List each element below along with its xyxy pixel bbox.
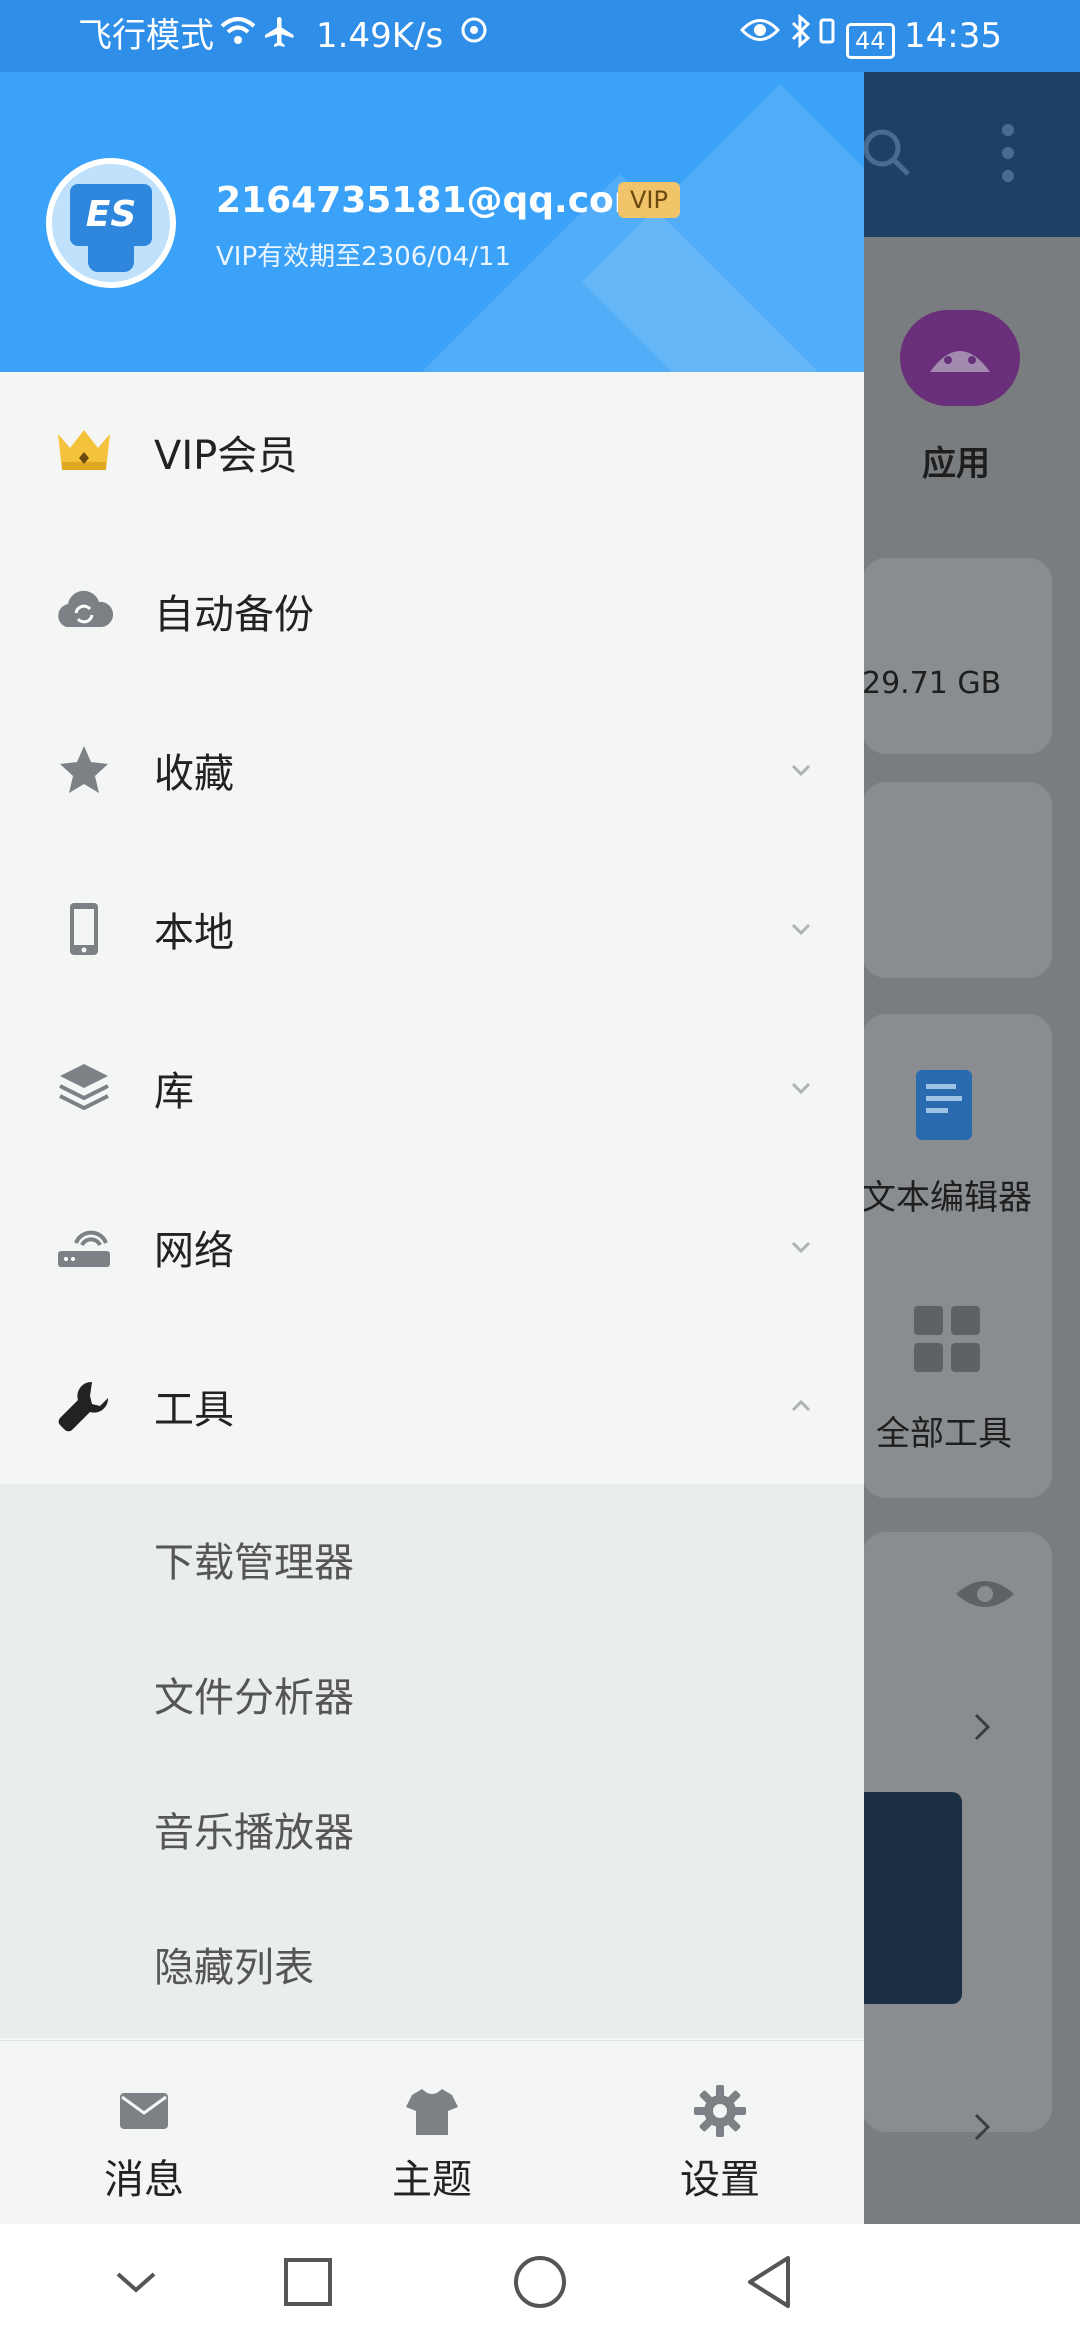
system-navigation-bar — [0, 2224, 1080, 2340]
cloud-sync-icon — [52, 579, 116, 643]
phone-icon — [52, 897, 116, 961]
menu-item-label: 工具 — [154, 1386, 234, 1433]
submenu-item-music-player[interactable]: 音乐播放器 — [154, 1800, 354, 1858]
text-editor-icon — [916, 1070, 986, 1150]
menu-item-favorites[interactable]: 收藏 — [0, 690, 864, 849]
airplane-icon — [262, 14, 298, 63]
menu-item-label: 网络 — [154, 1227, 234, 1274]
menu-item-label: VIP会员 — [154, 432, 298, 479]
menu-item-auto-backup[interactable]: 自动备份 — [0, 531, 864, 690]
search-icon — [862, 124, 912, 184]
eye-icon — [739, 14, 781, 58]
chevron-down-icon[interactable] — [786, 755, 816, 785]
drawer-bottom-bar: 消息 主题 设置 — [0, 2040, 864, 2225]
storage-size: 29.71 GB — [862, 666, 1002, 701]
tab-messages[interactable]: 消息 — [44, 2041, 244, 2225]
avatar-stand — [88, 246, 134, 272]
tab-themes[interactable]: 主题 — [332, 2041, 532, 2225]
vip-expire-date: VIP有效期至2306/04/11 — [216, 242, 511, 272]
menu-item-library[interactable]: 库 — [0, 1008, 864, 1167]
recent-apps-button[interactable] — [276, 2250, 340, 2314]
wrench-icon — [52, 1374, 116, 1438]
apps-label: 应用 — [922, 444, 990, 484]
network-speed: 1.49K/s — [316, 16, 444, 56]
sync-status-icon — [458, 14, 490, 59]
menu-item-local[interactable]: 本地 — [0, 849, 864, 1008]
hide-keyboard-chevron-icon[interactable] — [104, 2250, 168, 2314]
drawer-header[interactable]: ES 2164735181@qq.com VIP VIP有效期至2306/04/… — [0, 72, 864, 372]
tab-settings[interactable]: 设置 — [620, 2041, 820, 2225]
chevron-down-icon[interactable] — [786, 914, 816, 944]
submenu-item-hidden-list[interactable]: 隐藏列表 — [154, 1935, 314, 1993]
all-tools-label: 全部工具 — [876, 1414, 1012, 1454]
chevron-down-icon[interactable] — [786, 1073, 816, 1103]
menu-item-tools[interactable]: 工具 — [0, 1326, 864, 1485]
submenu-item-download-manager[interactable]: 下载管理器 — [154, 1530, 354, 1588]
gear-icon — [692, 2083, 748, 2139]
chevron-right-icon — [972, 2112, 992, 2146]
submenu-item-file-analyzer[interactable]: 文件分析器 — [154, 1665, 354, 1723]
all-tools-icon — [914, 1306, 980, 1376]
layers-icon — [52, 1056, 116, 1120]
home-button[interactable] — [508, 2250, 572, 2314]
eye-icon — [954, 1574, 1016, 1618]
storage-card — [862, 558, 1052, 754]
menu-item-network[interactable]: 网络 — [0, 1167, 864, 1326]
navigation-drawer: ES 2164735181@qq.com VIP VIP有效期至2306/04/… — [0, 72, 864, 2225]
menu-item-label: 自动备份 — [154, 591, 314, 638]
router-icon — [52, 1215, 116, 1279]
menu-item-label: 本地 — [154, 909, 234, 956]
drawer-menu: VIP会员 自动备份 收藏 本地 库 网络 工具 — [0, 372, 864, 1485]
battery-icon: 44 — [846, 18, 895, 62]
vibrate-icon — [818, 14, 836, 61]
menu-item-label: 收藏 — [154, 750, 234, 797]
clock: 14:35 — [904, 16, 1002, 56]
tab-label: 主题 — [392, 2157, 472, 2203]
mail-icon — [116, 2083, 172, 2139]
avatar[interactable]: ES — [46, 158, 176, 288]
chevron-right-icon — [972, 1712, 992, 1746]
battery-level: 44 — [846, 22, 895, 59]
screenshot-thumbnail — [864, 1792, 962, 2004]
chevron-up-icon[interactable] — [786, 1391, 816, 1421]
wifi-icon — [218, 14, 258, 61]
tab-label: 消息 — [104, 2157, 184, 2203]
account-email: 2164735181@qq.com — [216, 180, 652, 221]
background-card — [862, 782, 1052, 978]
star-icon — [52, 738, 116, 802]
status-bar: 飞行模式 1.49K/s 44 14:35 — [0, 0, 1080, 72]
shirt-icon — [404, 2083, 460, 2139]
text-editor-label: 文本编辑器 — [862, 1178, 1032, 1218]
android-app-icon — [900, 310, 1020, 410]
vip-badge: VIP — [618, 182, 680, 218]
tools-submenu: 下载管理器 文件分析器 音乐播放器 隐藏列表 — [0, 1484, 864, 2038]
es-logo-icon: ES — [70, 184, 152, 246]
bluetooth-icon — [790, 13, 812, 61]
back-button[interactable] — [738, 2250, 802, 2314]
more-vert-icon — [998, 120, 1018, 190]
menu-item-vip[interactable]: VIP会员 — [0, 372, 864, 531]
airplane-mode-text: 飞行模式 — [78, 16, 214, 56]
menu-item-label: 库 — [154, 1068, 194, 1115]
chevron-down-icon[interactable] — [786, 1232, 816, 1262]
crown-icon — [52, 420, 116, 484]
tab-label: 设置 — [680, 2157, 760, 2203]
